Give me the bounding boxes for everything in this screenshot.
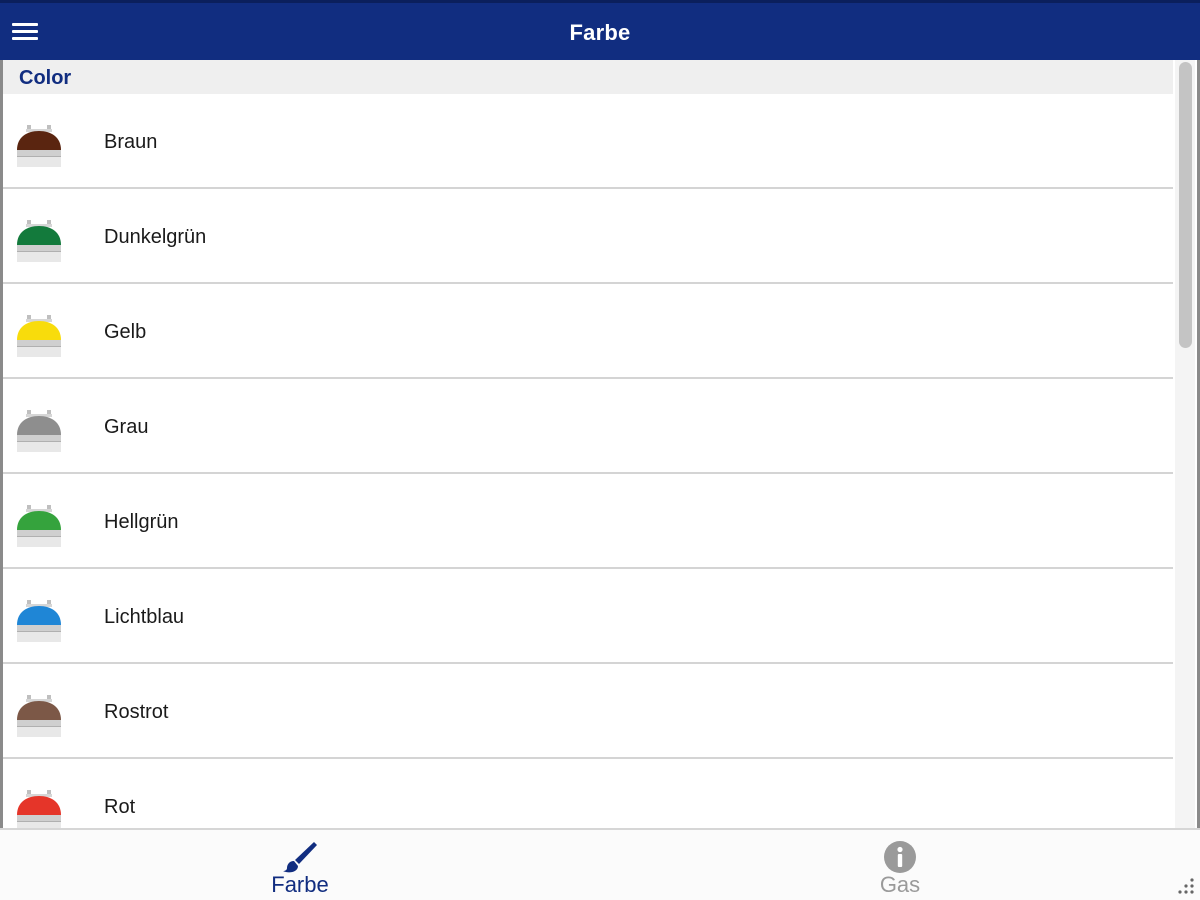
list-item[interactable]: Grau xyxy=(3,379,1173,474)
tab-farbe[interactable]: Farbe xyxy=(0,830,600,900)
resize-grip-icon[interactable] xyxy=(1174,874,1196,896)
list-item[interactable]: Hellgrün xyxy=(3,474,1173,569)
list-item[interactable]: Rostrot xyxy=(3,664,1173,759)
tab-gas-label: Gas xyxy=(879,872,921,897)
bottom-tab-bar: Farbe Gas xyxy=(0,828,1200,900)
list-item-label: Rostrot xyxy=(104,701,169,723)
gas-cylinder-icon xyxy=(17,600,61,642)
list-item-label: Rot xyxy=(104,796,136,818)
page-title: Farbe xyxy=(569,20,631,45)
tab-gas[interactable]: Gas xyxy=(600,830,1200,900)
gas-cylinder-icon xyxy=(17,315,61,357)
gas-cylinder-icon xyxy=(17,790,61,828)
list-item[interactable]: Braun xyxy=(3,94,1173,189)
list-item-label: Lichtblau xyxy=(104,606,185,628)
gas-cylinder-icon xyxy=(17,695,61,737)
gas-cylinder-icon xyxy=(17,125,61,167)
tab-farbe-label: Farbe xyxy=(271,872,329,897)
scrollbar-thumb[interactable] xyxy=(1179,62,1192,348)
list-item[interactable]: Gelb xyxy=(3,284,1173,379)
gas-cylinder-icon xyxy=(17,220,61,262)
list-item[interactable]: Rot xyxy=(3,759,1173,828)
list-item-label: Hellgrün xyxy=(104,511,179,533)
color-list: Braun Dunkelgrün Gelb Grau Hellgrün Lichtblau… xyxy=(3,94,1173,828)
gas-cylinder-icon xyxy=(17,505,61,547)
app-header: Farbe xyxy=(0,0,1200,60)
list-item[interactable]: Lichtblau xyxy=(3,569,1173,664)
list-item[interactable]: Dunkelgrün xyxy=(3,189,1173,284)
list-item-label: Braun xyxy=(104,131,158,153)
list-item-label: Grau xyxy=(104,416,149,438)
paintbrush-icon xyxy=(283,842,317,873)
list-item-label: Gelb xyxy=(104,321,147,343)
gas-cylinder-icon xyxy=(17,410,61,452)
info-icon xyxy=(884,841,916,873)
section-header: Color xyxy=(3,60,1173,94)
list-item-label: Dunkelgrün xyxy=(104,226,207,248)
